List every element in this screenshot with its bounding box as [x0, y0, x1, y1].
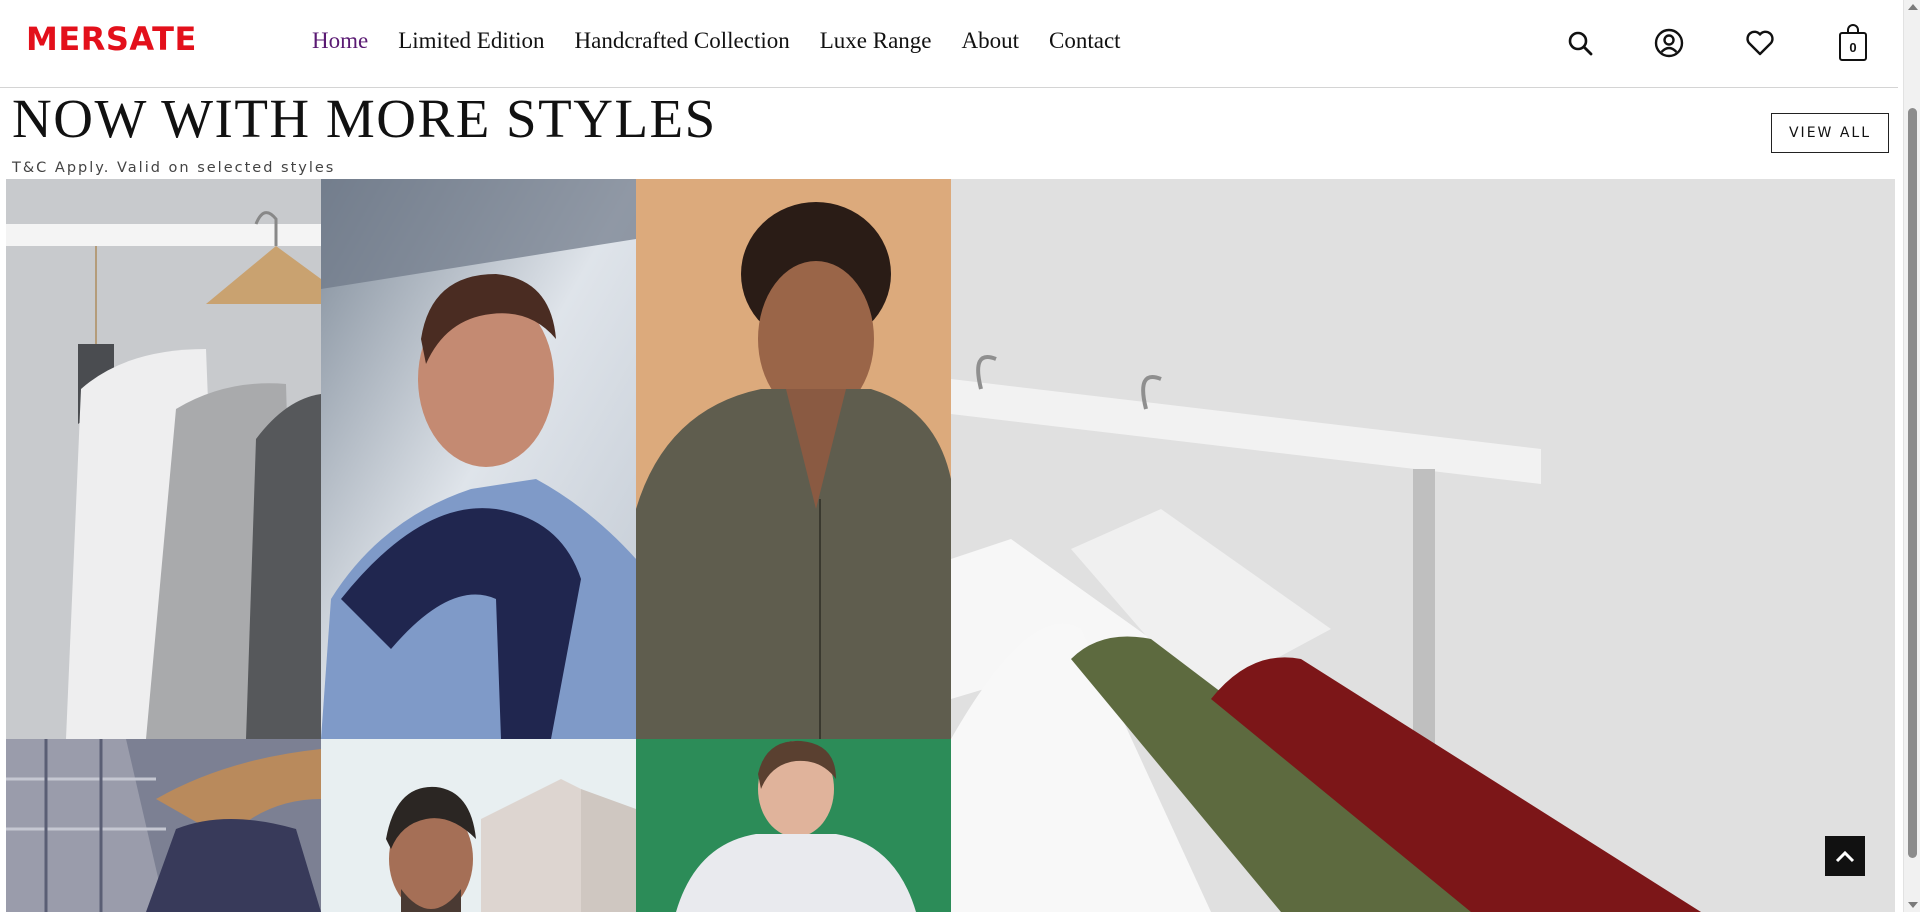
- wishlist-button[interactable]: [1743, 24, 1777, 62]
- scroll-to-top-button[interactable]: [1825, 836, 1865, 876]
- scroll-down-arrow-icon[interactable]: [1908, 902, 1918, 908]
- nav-item-about[interactable]: About: [962, 28, 1020, 54]
- main-nav: Home Limited Edition Handcrafted Collect…: [312, 28, 1151, 54]
- gallery-tile-plaid-shirts-on-hangers[interactable]: [6, 739, 321, 912]
- plaid-shirts-image: [6, 739, 321, 912]
- man-navy-sweater-image: [321, 179, 636, 739]
- gallery-tile-man-in-white-henley[interactable]: [636, 739, 951, 912]
- page-scrollbar[interactable]: [1903, 0, 1920, 912]
- search-icon: [1568, 31, 1593, 56]
- cart-button[interactable]: 0: [1836, 24, 1870, 62]
- chevron-up-icon: [1835, 850, 1855, 863]
- site-header: MERSATE Home Limited Edition Handcrafted…: [0, 0, 1898, 88]
- gallery-tile-man-with-navy-sweater[interactable]: [321, 179, 636, 739]
- gallery-tile-man-by-building[interactable]: [321, 739, 636, 912]
- gallery-tile-shirts-on-white-hangers[interactable]: [951, 179, 1895, 912]
- brand-logo[interactable]: MERSATE: [26, 20, 197, 58]
- man-olive-shirt-image: [636, 179, 951, 739]
- nav-item-limited-edition[interactable]: Limited Edition: [398, 28, 544, 54]
- nav-item-handcrafted-collection[interactable]: Handcrafted Collection: [575, 28, 790, 54]
- shirts-white-hangers-image: [951, 179, 1895, 912]
- gallery-tile-shirts-on-rack-grey[interactable]: [6, 179, 321, 739]
- gallery-tile-man-in-olive-shirt[interactable]: [636, 179, 951, 739]
- nav-item-home[interactable]: Home: [312, 28, 368, 54]
- section-subtitle: T&C Apply. Valid on selected styles: [12, 160, 336, 176]
- cart-count: 0: [1849, 40, 1857, 55]
- nav-item-luxe-range[interactable]: Luxe Range: [820, 28, 932, 54]
- scroll-up-arrow-icon[interactable]: [1908, 4, 1918, 10]
- nav-item-contact[interactable]: Contact: [1049, 28, 1121, 54]
- section-title: NOW WITH MORE STYLES: [12, 88, 717, 149]
- shirts-rack-image: [6, 179, 321, 739]
- user-circle-icon: [1654, 28, 1684, 58]
- heart-icon: [1746, 30, 1774, 56]
- search-button[interactable]: [1563, 24, 1597, 62]
- scrollbar-thumb[interactable]: [1908, 108, 1917, 858]
- view-all-button[interactable]: VIEW ALL: [1771, 113, 1889, 153]
- account-button[interactable]: [1652, 24, 1686, 62]
- man-building-image: [321, 739, 636, 912]
- man-white-henley-image: [636, 739, 951, 912]
